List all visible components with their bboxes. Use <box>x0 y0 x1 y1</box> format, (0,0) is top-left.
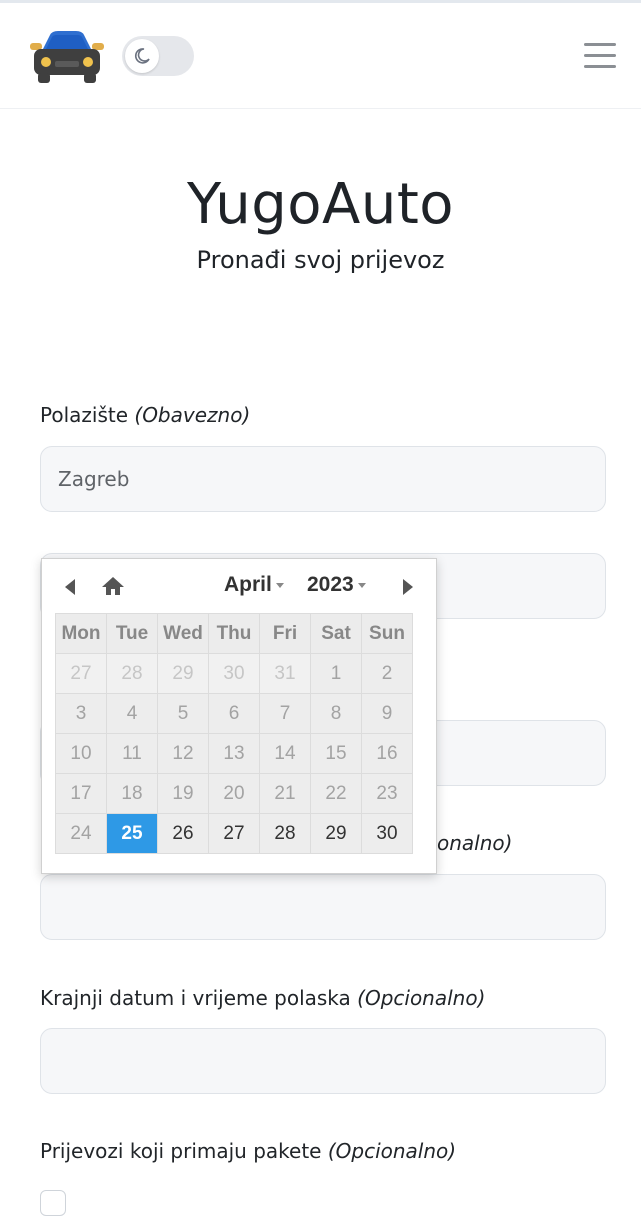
calendar-day-selected[interactable]: 25 <box>106 813 158 854</box>
weekday-label: Wed <box>157 613 209 654</box>
year-select[interactable]: 2023 <box>307 573 366 597</box>
weekday-label: Sat <box>310 613 362 654</box>
calendar-day[interactable]: 16 <box>361 733 413 774</box>
calendar-day[interactable]: 2 <box>361 653 413 694</box>
calendar-week-row: 24 25 26 27 28 29 30 <box>55 813 413 854</box>
calendar-week-row: 3456789 <box>55 693 413 734</box>
end-datetime-input[interactable] <box>40 1028 606 1094</box>
calendar-day[interactable]: 3 <box>55 693 107 734</box>
moon-icon <box>125 39 159 73</box>
chevron-right-icon[interactable] <box>400 577 416 597</box>
packages-checkbox[interactable] <box>40 1190 66 1216</box>
datepicker-popup: April 2023 Mon Tue Wed Thu Fri Sat Sun 2… <box>41 558 437 874</box>
calendar-day[interactable]: 20 <box>208 773 260 814</box>
theme-toggle[interactable] <box>122 36 194 76</box>
packages-label: Prijevozi koji primaju pakete (Opcionaln… <box>40 1139 457 1163</box>
calendar-day[interactable]: 6 <box>208 693 260 734</box>
weekday-label: Thu <box>208 613 260 654</box>
datepicker-header: April 2023 <box>42 559 436 613</box>
calendar-day[interactable]: 18 <box>106 773 158 814</box>
calendar-grid: Mon Tue Wed Thu Fri Sat Sun 27 28 29 30 31 1 2… <box>55 613 413 854</box>
calendar-day[interactable]: 28 <box>259 813 311 854</box>
weekday-header-row: Mon Tue Wed Thu Fri Sat Sun <box>55 613 413 654</box>
calendar-day[interactable]: 8 <box>310 693 362 734</box>
calendar-day[interactable]: 27 <box>208 813 260 854</box>
calendar-day[interactable]: 27 <box>55 653 107 694</box>
departure-label: Polazište (Obavezno) <box>40 403 251 427</box>
calendar-day[interactable]: 14 <box>259 733 311 774</box>
calendar-day[interactable]: 17 <box>55 773 107 814</box>
departure-input[interactable]: Zagreb <box>40 446 606 512</box>
calendar-day[interactable]: 7 <box>259 693 311 734</box>
start-datetime-input[interactable] <box>40 874 606 940</box>
page-title: YugoAuto <box>186 172 455 237</box>
home-icon[interactable] <box>100 575 126 597</box>
car-icon[interactable] <box>28 29 106 85</box>
navbar <box>0 3 641 109</box>
end-datetime-label: Krajnji datum i vrijeme polaska (Opciona… <box>40 986 486 1010</box>
calendar-day[interactable]: 12 <box>157 733 209 774</box>
calendar-week-row: 27 28 29 30 31 1 2 <box>55 653 413 694</box>
weekday-label: Fri <box>259 613 311 654</box>
weekday-label: Mon <box>55 613 107 654</box>
calendar-day[interactable]: 11 <box>106 733 158 774</box>
calendar-day[interactable]: 29 <box>310 813 362 854</box>
calendar-day[interactable]: 21 <box>259 773 311 814</box>
weekday-label: Tue <box>106 613 158 654</box>
calendar-day[interactable]: 28 <box>106 653 158 694</box>
calendar-day[interactable]: 23 <box>361 773 413 814</box>
calendar-day[interactable]: 24 <box>55 813 107 854</box>
calendar-day[interactable]: 30 <box>208 653 260 694</box>
month-select[interactable]: April <box>224 573 284 597</box>
calendar-day[interactable]: 26 <box>157 813 209 854</box>
calendar-week-row: 17 18 19 20 21 22 23 <box>55 773 413 814</box>
calendar-day[interactable]: 9 <box>361 693 413 734</box>
calendar-day[interactable]: 30 <box>361 813 413 854</box>
calendar-day[interactable]: 31 <box>259 653 311 694</box>
calendar-day[interactable]: 5 <box>157 693 209 734</box>
calendar-day[interactable]: 10 <box>55 733 107 774</box>
calendar-week-row: 10 11 12 13 14 15 16 <box>55 733 413 774</box>
weekday-label: Sun <box>361 613 413 654</box>
start-datetime-hint: onalno) <box>437 831 513 855</box>
calendar-day[interactable]: 1 <box>310 653 362 694</box>
calendar-day[interactable]: 22 <box>310 773 362 814</box>
calendar-day[interactable]: 19 <box>157 773 209 814</box>
hamburger-menu-icon[interactable] <box>584 43 618 69</box>
calendar-day[interactable]: 15 <box>310 733 362 774</box>
calendar-day[interactable]: 29 <box>157 653 209 694</box>
page-subtitle: Pronađi svoj prijevoz <box>196 246 445 274</box>
calendar-day[interactable]: 4 <box>106 693 158 734</box>
chevron-left-icon[interactable] <box>62 577 78 597</box>
calendar-day[interactable]: 13 <box>208 733 260 774</box>
